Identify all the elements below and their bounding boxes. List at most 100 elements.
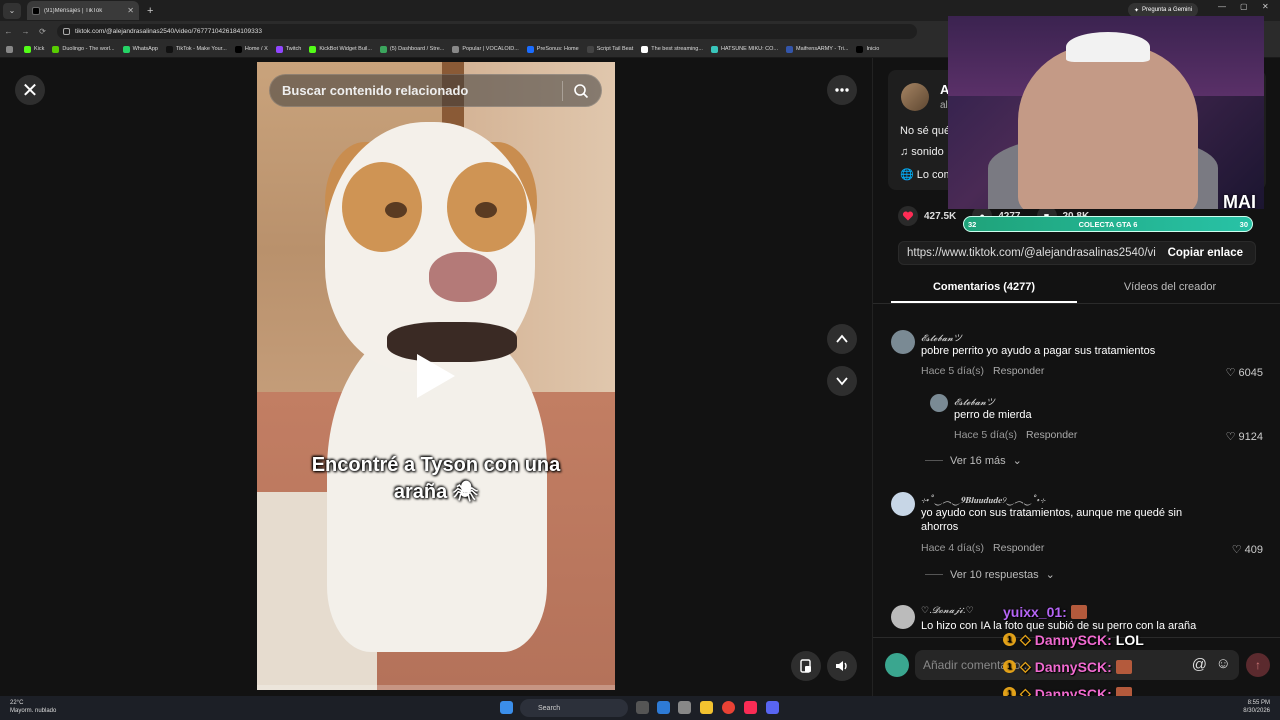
gemini-icon: ✦ [1134, 7, 1140, 14]
bookmark-item[interactable]: KickBot Widget Buil... [309, 45, 372, 53]
bookmark-favicon-icon [856, 45, 864, 53]
commenter-name[interactable]: ♡.𝓓𝓸𝓷𝓪𝓳𝓲.♡ [921, 606, 974, 616]
reply-button[interactable]: Responder [993, 542, 1044, 554]
chat-badge-icon: ◇ [1020, 658, 1031, 674]
weather-widget[interactable]: 22°C Mayorm. nublado [10, 699, 56, 715]
tab-creator-videos[interactable]: Vídeos del creador [1077, 272, 1263, 303]
back-icon[interactable]: ← [0, 27, 17, 36]
caption-line-1: Encontré a Tyson con una [311, 454, 561, 476]
bookmark-label: KickBot Widget Buil... [319, 46, 372, 52]
search-icon[interactable] [573, 83, 589, 99]
minimize-icon[interactable]: — [1218, 2, 1226, 11]
send-comment-button[interactable]: ↑ [1246, 653, 1270, 677]
bookmark-label: PreSonus: Home [536, 46, 579, 52]
bookmark-item[interactable]: The best streaming... [641, 45, 703, 53]
bookmark-item[interactable]: Inicio [856, 45, 879, 53]
bookmark-label: MaifrensARMY - Tri... [796, 46, 849, 52]
goal-label: COLECTA GTA 6 [1078, 219, 1138, 229]
tab-title: (91)Mensajes | TikTok [44, 7, 103, 14]
like-button[interactable] [898, 206, 918, 226]
comment-like-button[interactable]: ♡ 409 [1232, 543, 1263, 557]
bookmark-label: HATSUNE MIKU: CO... [720, 46, 778, 52]
chrome-icon[interactable] [722, 701, 735, 714]
tab-comments[interactable]: Comentarios (4277) [891, 272, 1077, 303]
discord-icon[interactable] [766, 701, 779, 714]
tab-search-button[interactable]: ⌄ [3, 2, 21, 19]
bookmark-item[interactable]: Kick [24, 45, 44, 53]
bookmark-item[interactable]: TikTok - Make Your... [165, 45, 227, 53]
play-icon[interactable] [417, 354, 455, 398]
weather-temp: 22°C [10, 700, 24, 706]
commenter-avatar[interactable] [891, 605, 915, 629]
comment-text: pobre perrito yo ayudo a pagar sus trata… [921, 345, 1156, 357]
bookmark-item[interactable]: Twitch [275, 45, 301, 53]
next-video-button[interactable] [827, 366, 857, 396]
mention-icon[interactable]: @ [1192, 656, 1207, 673]
reload-icon[interactable]: ⟳ [34, 27, 51, 36]
comment-item: 𝓔𝓼𝓽𝓮𝓫𝓪𝓷ツ pobre perrito yo ayudo a pagar … [891, 330, 1271, 390]
copy-link-button[interactable]: Copiar enlace [1156, 247, 1255, 259]
commenter-avatar[interactable] [930, 394, 948, 412]
edge-icon[interactable] [657, 701, 670, 714]
more-icon [835, 88, 849, 92]
volume-button[interactable] [827, 651, 857, 681]
comment-time: Hace 5 día(s) [921, 365, 985, 377]
url-bar[interactable]: tiktok.com/@alejandrasalinas2540/video/7… [57, 23, 917, 39]
webcam-streamer-cap [1066, 32, 1150, 62]
task-view-icon[interactable] [636, 701, 649, 714]
emoji-icon[interactable]: ☺ [1216, 655, 1231, 672]
bookmark-item[interactable]: WhatsApp [122, 45, 158, 53]
apps-icon[interactable] [6, 45, 16, 53]
file-explorer-icon[interactable] [700, 701, 713, 714]
gemini-button[interactable]: ✦ Pregunta a Gemini [1128, 3, 1199, 17]
video-caption: Encontré a Tyson con una araña 🕷 [257, 452, 615, 506]
reply-button[interactable]: Responder [993, 365, 1044, 377]
comment-like-button[interactable]: ♡ 9124 [1226, 430, 1263, 444]
forward-icon[interactable]: → [17, 27, 34, 36]
comment-like-count: 409 [1244, 543, 1263, 556]
start-icon[interactable] [500, 701, 513, 714]
commenter-avatar[interactable] [891, 330, 915, 354]
author-avatar[interactable] [901, 83, 929, 111]
more-options-button[interactable] [827, 75, 857, 105]
video-progress-bar[interactable] [257, 685, 615, 690]
bookmark-favicon-icon [275, 45, 283, 53]
bookmark-label: Duolingo - The worl... [62, 46, 115, 52]
sound-link[interactable]: ♫ sonido [900, 146, 944, 158]
close-video-button[interactable]: ✕ [15, 75, 45, 105]
site-info-icon[interactable] [63, 27, 70, 35]
bookmark-item[interactable]: (5) Dashboard / Stre... [379, 45, 444, 53]
close-window-icon[interactable]: ✕ [1262, 2, 1269, 11]
share-link-text[interactable]: https://www.tiktok.com/@alejandrasalinas… [899, 247, 1156, 259]
related-search-input[interactable]: Buscar contenido relacionado [269, 74, 602, 107]
comment-meta: Hace 5 día(s) Responder [954, 429, 1077, 441]
taskbar-search[interactable]: Search [520, 699, 628, 717]
maximize-icon[interactable]: ▢ [1240, 2, 1248, 11]
commenter-name[interactable]: ⊹˖˚‿︵‿𝟗𝐁𝐥𝐮𝐮𝐝𝐮𝐝𝐞୨‿︵‿˚˖⊹ [921, 493, 1045, 506]
dog-patch-left [342, 162, 422, 252]
reply-button[interactable]: Responder [1026, 429, 1077, 441]
system-clock[interactable]: 8:55 PM 8/30/2026 [1243, 699, 1270, 715]
bookmark-item[interactable]: PreSonus: Home [526, 45, 579, 53]
view-more-replies[interactable]: Ver 16 más ⌄ [925, 454, 1022, 467]
video-player[interactable]: Buscar contenido relacionado Encontré a … [257, 62, 615, 690]
commenter-name[interactable]: 𝓔𝓼𝓽𝓮𝓫𝓪𝓷ツ [921, 331, 962, 344]
floating-player-button[interactable] [791, 651, 821, 681]
commenter-avatar[interactable] [891, 492, 915, 516]
bookmark-item[interactable]: MaifrensARMY - Tri... [786, 45, 849, 53]
music-icon[interactable] [744, 701, 757, 714]
view-more-replies[interactable]: Ver 10 respuestas ⌄ [925, 568, 1055, 581]
bookmark-item[interactable]: Duolingo - The worl... [52, 45, 115, 53]
settings-icon[interactable] [678, 701, 691, 714]
close-tab-icon[interactable]: ✕ [127, 6, 134, 15]
bookmark-label: Popular | VOCALOID... [462, 46, 519, 52]
previous-video-button[interactable] [827, 324, 857, 354]
bookmark-item[interactable]: HATSUNE MIKU: CO... [710, 45, 778, 53]
bookmark-item[interactable]: Home / X [234, 45, 268, 53]
bookmark-item[interactable]: Script Tail Beat [586, 45, 633, 53]
commenter-name[interactable]: 𝓔𝓼𝓽𝓮𝓫𝓪𝓷ツ [954, 395, 995, 408]
bookmark-item[interactable]: Popular | VOCALOID... [452, 45, 519, 53]
comment-like-button[interactable]: ♡ 6045 [1226, 366, 1263, 380]
browser-tab[interactable]: (91)Mensajes | TikTok ✕ [27, 1, 139, 20]
new-tab-button[interactable]: + [147, 5, 153, 17]
